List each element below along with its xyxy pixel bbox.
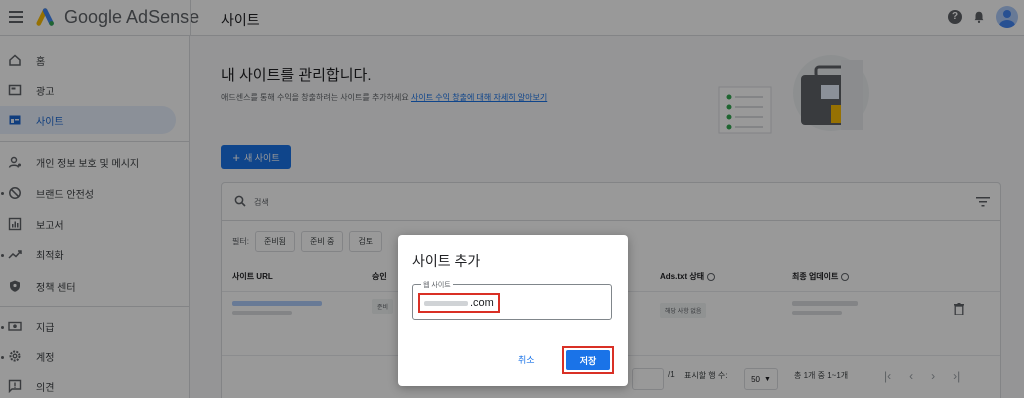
save-button-highlight: 저장 [562, 346, 614, 374]
website-input[interactable]: .com [418, 293, 500, 313]
website-field-label: 웹 사이트 [421, 280, 453, 290]
dialog-title: 사이트 추가 [412, 253, 481, 269]
save-button[interactable]: 저장 [566, 350, 610, 370]
add-site-dialog: 사이트 추가 웹 사이트 .com 취소 저장 [398, 235, 628, 386]
website-field[interactable]: 웹 사이트 .com [412, 280, 612, 320]
cancel-button[interactable]: 취소 [518, 353, 535, 366]
domain-suffix: .com [470, 297, 494, 309]
domain-masked [424, 300, 468, 306]
